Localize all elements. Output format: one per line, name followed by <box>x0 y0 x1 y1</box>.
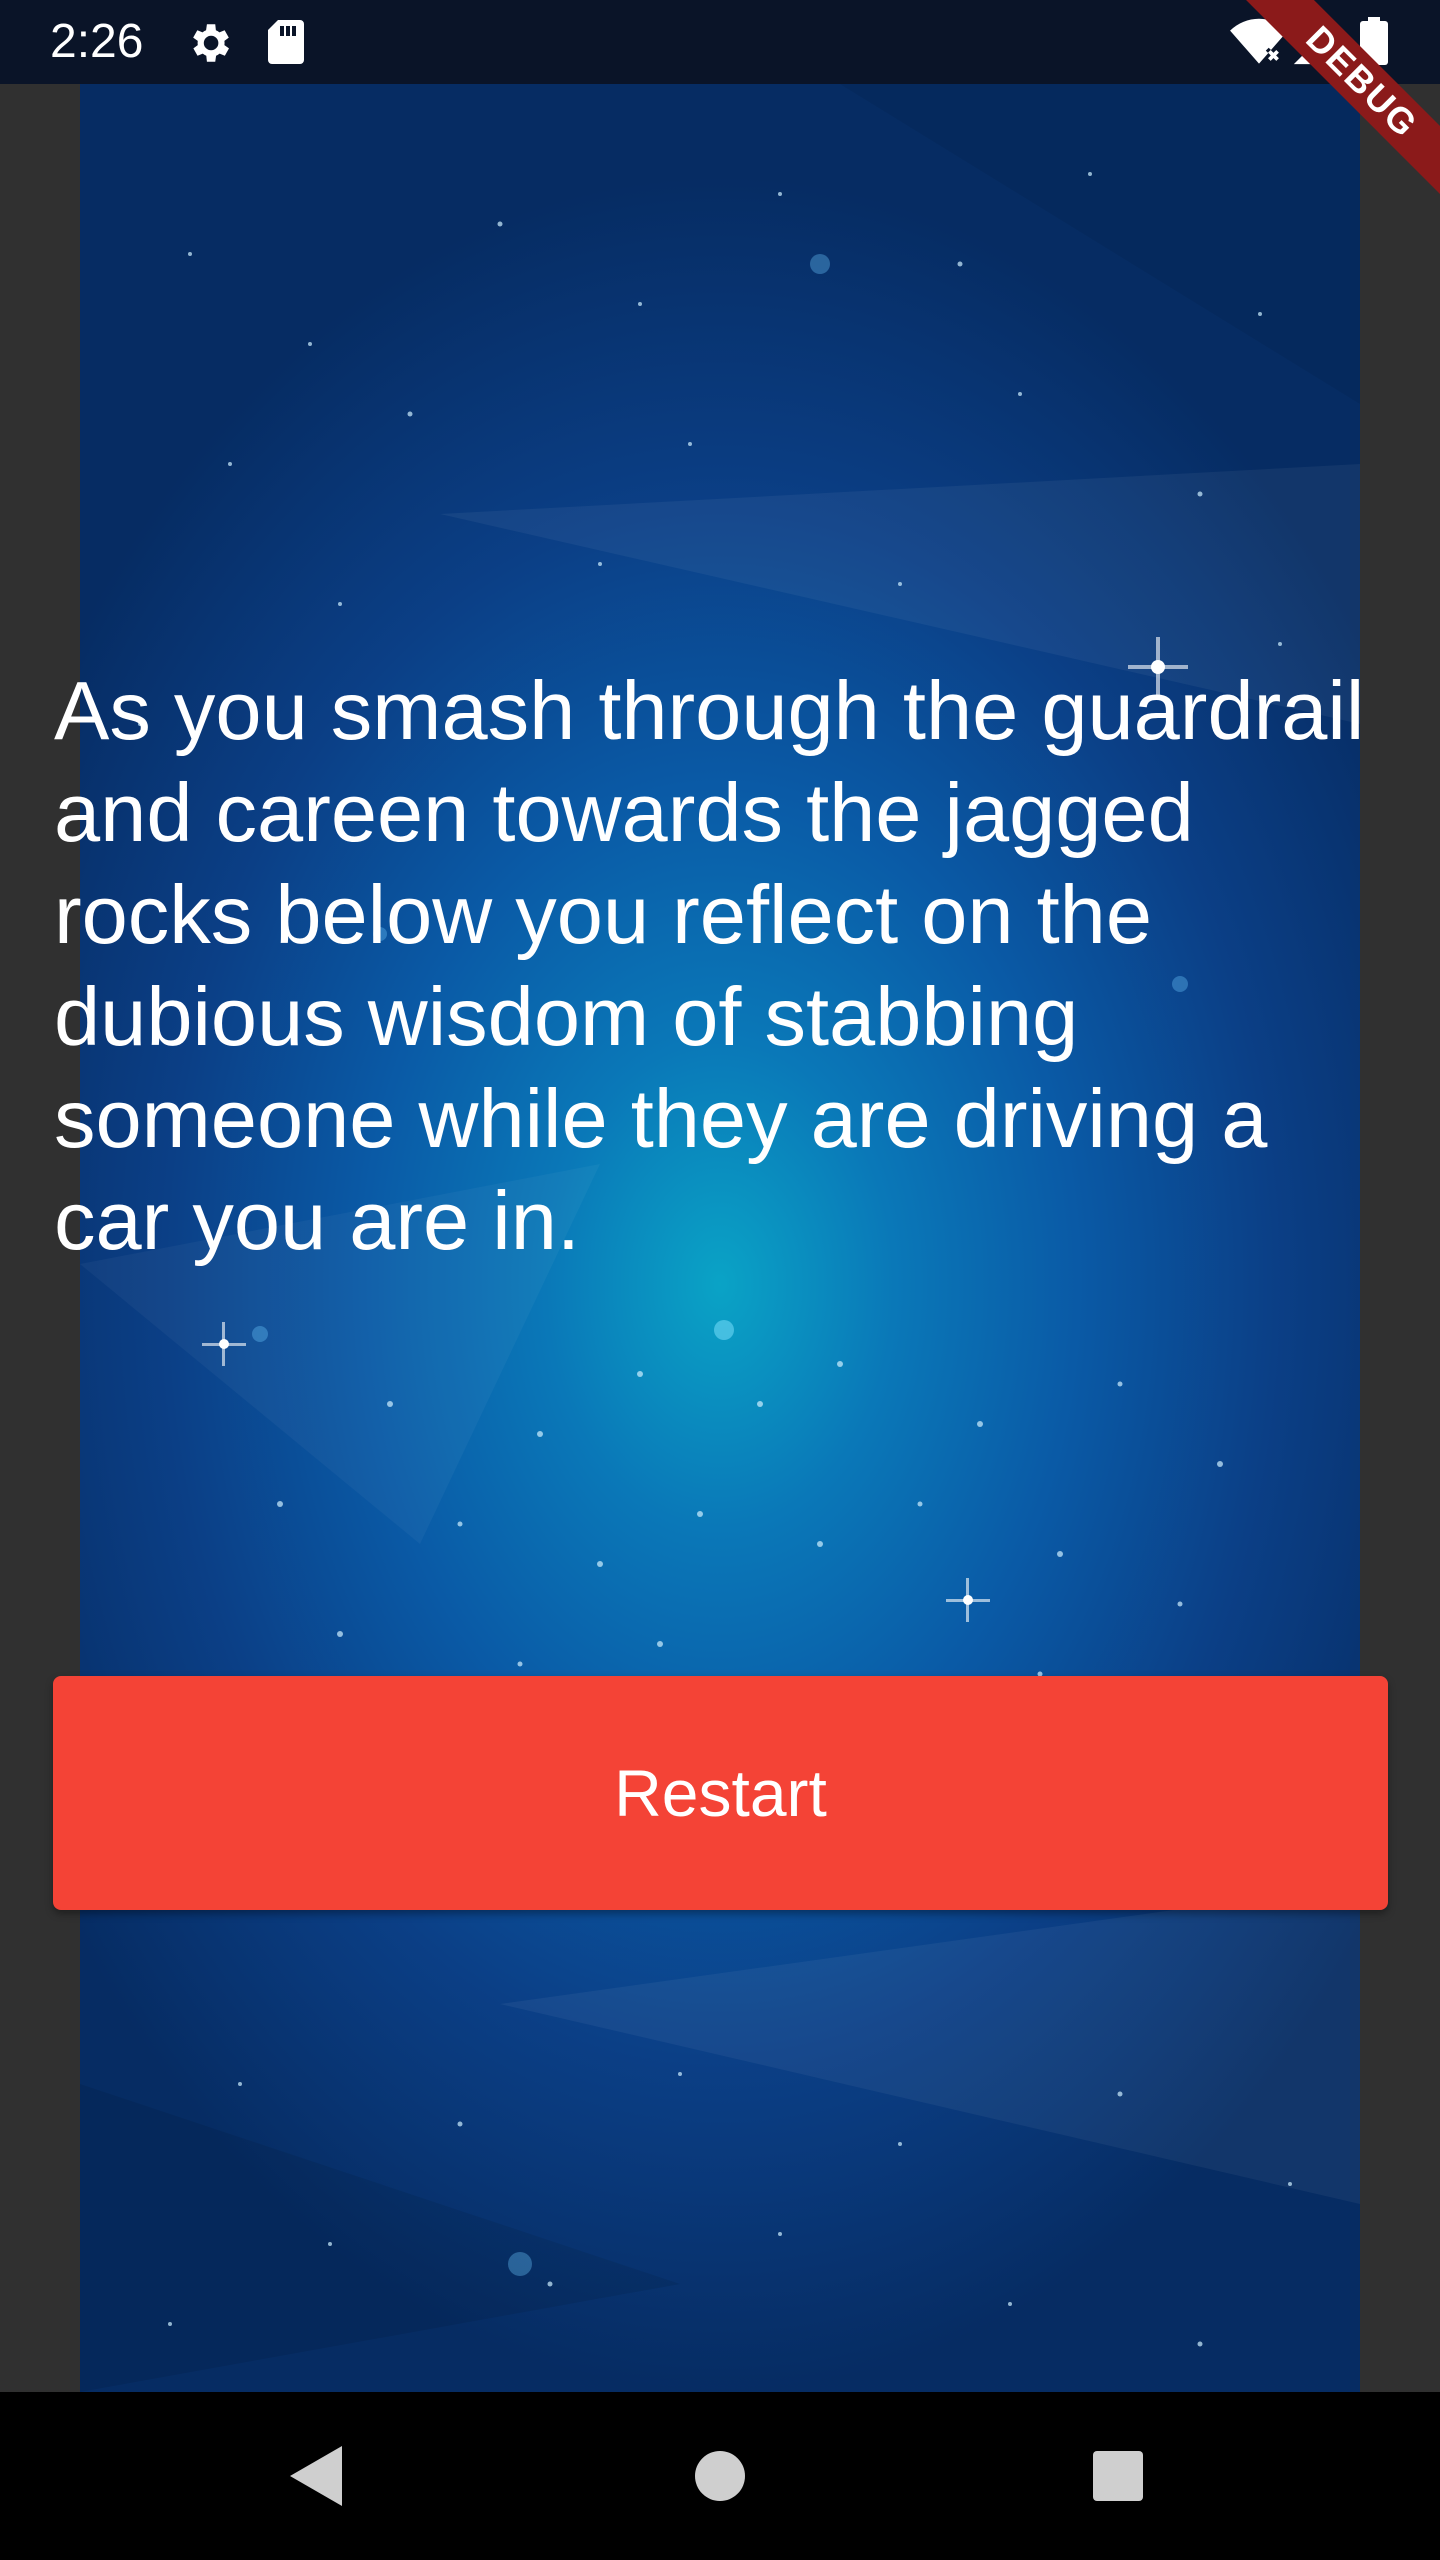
navigation-bar <box>0 2392 1440 2560</box>
status-time: 2:26 <box>50 15 144 68</box>
status-bar: 2:26 <box>0 0 1440 84</box>
recents-square-icon[interactable] <box>1092 2450 1144 2502</box>
back-triangle-icon[interactable] <box>288 2444 344 2508</box>
restart-button[interactable]: Restart <box>53 1676 1388 1910</box>
app-screen: 2:26 DEBUG As you smash through the guar… <box>0 0 1440 2560</box>
gear-icon <box>193 24 229 62</box>
home-circle-icon[interactable] <box>694 2450 746 2502</box>
sd-card-icon <box>268 20 304 64</box>
story-text: As you smash through the guardrail and c… <box>54 664 1365 1267</box>
